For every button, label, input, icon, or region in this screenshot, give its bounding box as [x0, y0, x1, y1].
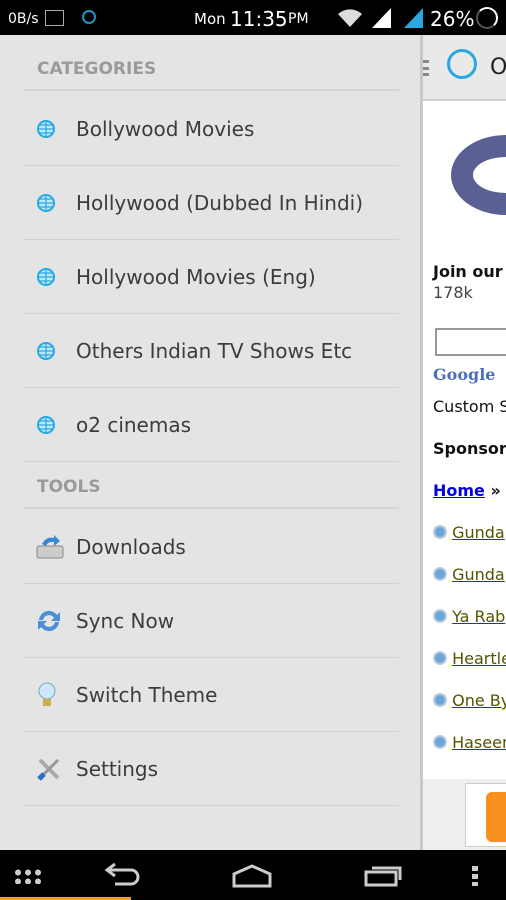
divider — [24, 507, 399, 509]
status-bar: 0B/s Mon 11:35 PM 26% — [0, 0, 506, 35]
signal-icon-2 — [404, 6, 424, 28]
navigation-bar — [0, 850, 506, 900]
custom-search-label: Custom S — [433, 397, 506, 416]
whatsapp-icon — [82, 10, 96, 24]
google-logo: Google — [433, 365, 496, 384]
play-icon — [433, 525, 447, 539]
link-text[interactable]: One By — [452, 691, 506, 710]
net-speed: 0B/s — [8, 11, 39, 27]
time: 11:35 — [230, 7, 288, 31]
apps-button[interactable] — [13, 868, 43, 884]
play-icon — [433, 693, 447, 707]
post-link[interactable]: Ya Rab — [433, 607, 505, 626]
item-label: o2 cinemas — [76, 412, 192, 437]
categories-item[interactable]: o2 cinemas — [24, 388, 399, 462]
breadcrumb-sep: » B — [490, 481, 506, 500]
sponsored-label: Sponsore — [433, 439, 506, 458]
globe-icon — [24, 341, 76, 361]
navigation-drawer: CATEGORIES Bollywood Movies Hollywood (Du… — [0, 35, 420, 850]
link-text[interactable]: Ya Rab — [452, 607, 505, 626]
globe-icon — [447, 49, 477, 79]
home-link[interactable]: Home — [433, 481, 485, 500]
item-label: Hollywood Movies (Eng) — [76, 264, 316, 289]
gallery-icon — [45, 10, 64, 26]
sync-icon — [24, 608, 76, 634]
battery-icon — [476, 7, 498, 29]
link-text[interactable]: Gunda — [452, 565, 505, 584]
join-text: Join our — [433, 262, 503, 281]
globe-icon — [24, 193, 76, 213]
play-icon — [433, 567, 447, 581]
toolbar: O — [423, 35, 506, 101]
site-logo — [451, 135, 506, 215]
categories-item[interactable]: Others Indian TV Shows Etc — [24, 314, 399, 388]
signal-icon — [372, 6, 392, 28]
categories-item[interactable]: Bollywood Movies — [24, 92, 399, 166]
item-label: Bollywood Movies — [76, 116, 255, 141]
item-label: Sync Now — [76, 608, 175, 633]
ad-banner[interactable] — [423, 779, 506, 850]
tools-item[interactable]: Settings — [24, 732, 399, 806]
battery-text: 26% — [430, 7, 475, 31]
tools-header: TOOLS — [37, 477, 101, 497]
toolbar-title: O — [490, 55, 506, 80]
post-link[interactable]: One By — [433, 691, 506, 710]
back-button[interactable] — [103, 862, 141, 886]
ampm: PM — [288, 11, 309, 27]
lightbulb-icon — [24, 681, 76, 709]
webview-panel[interactable]: O Join our 178k Google Custom S Sponsore… — [420, 35, 506, 850]
item-label: Hollywood (Dubbed In Hindi) — [76, 190, 363, 215]
wifi-icon — [336, 6, 364, 28]
breadcrumb: Home » B — [433, 481, 506, 500]
categories-item[interactable]: Hollywood Movies (Eng) — [24, 240, 399, 314]
post-link[interactable]: Gunda — [433, 565, 505, 584]
recents-button[interactable] — [364, 864, 404, 888]
day: Mon — [194, 10, 226, 28]
download-icon — [24, 534, 76, 560]
link-text[interactable]: Haseen — [452, 733, 506, 752]
play-icon — [433, 735, 447, 749]
item-label: Downloads — [76, 534, 186, 559]
link-text[interactable]: Gunda — [452, 523, 505, 542]
item-label: Others Indian TV Shows Etc — [76, 338, 353, 363]
categories-item[interactable]: Hollywood (Dubbed In Hindi) — [24, 166, 399, 240]
globe-icon — [24, 415, 76, 435]
play-icon — [433, 609, 447, 623]
tools-item[interactable]: Sync Now — [24, 584, 399, 658]
post-link[interactable]: Haseen — [433, 733, 506, 752]
categories-header: CATEGORIES — [37, 59, 157, 79]
link-text[interactable]: Heartle — [452, 649, 506, 668]
overflow-menu-button[interactable] — [472, 866, 478, 886]
tools-item[interactable]: Switch Theme — [24, 658, 399, 732]
post-link[interactable]: Gunda — [433, 523, 505, 542]
menu-icon[interactable] — [423, 60, 429, 76]
item-label: Switch Theme — [76, 682, 218, 707]
search-input[interactable] — [435, 328, 506, 356]
item-label: Settings — [76, 756, 159, 781]
tools-item[interactable]: Downloads — [24, 510, 399, 584]
divider — [24, 89, 399, 91]
settings-icon — [24, 756, 76, 782]
globe-icon — [24, 267, 76, 287]
post-link[interactable]: Heartle — [433, 649, 506, 668]
home-button[interactable] — [232, 864, 272, 888]
globe-icon — [24, 119, 76, 139]
follower-count: 178k — [433, 283, 473, 302]
play-icon — [433, 651, 447, 665]
